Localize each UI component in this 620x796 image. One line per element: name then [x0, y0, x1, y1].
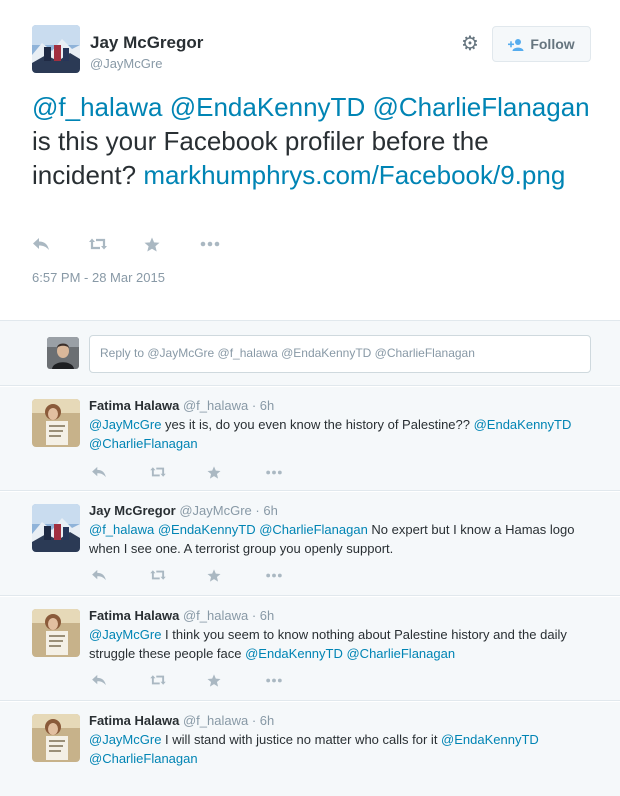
reply-author-handle[interactable]: @f_halawa [183, 398, 248, 413]
reply-author-name[interactable]: Fatima Halawa [89, 608, 179, 623]
author-avatar[interactable] [32, 25, 80, 73]
mention-link[interactable]: @CharlieFlanagan [346, 646, 455, 661]
reply-header: Fatima Halawa @f_halawa · 6h [89, 713, 274, 728]
tweet-text: @f_halawa @EndaKennyTD @CharlieFlanagan … [32, 90, 592, 192]
favorite-icon[interactable] [207, 566, 265, 584]
reply-time[interactable]: 6h [260, 398, 274, 413]
retweet-icon[interactable] [149, 463, 207, 481]
author-name[interactable]: Jay McGregor [90, 33, 203, 53]
mention-link[interactable]: @CharlieFlanagan [89, 751, 198, 766]
mention-link[interactable]: @f_halawa [32, 92, 162, 122]
reply-icon[interactable] [91, 463, 149, 481]
follow-label: Follow [530, 36, 575, 52]
reply-body: yes it is, do you even know the history … [161, 417, 474, 432]
more-icon[interactable] [265, 566, 323, 584]
favorite-icon[interactable] [207, 671, 265, 689]
retweet-icon[interactable] [149, 671, 207, 689]
reply-icon[interactable] [32, 232, 88, 256]
follow-button[interactable]: Follow [492, 26, 591, 62]
reply-icon[interactable] [91, 671, 149, 689]
reply-composer: Reply to @JayMcGre @f_halawa @EndaKennyT… [0, 321, 620, 386]
mention-link[interactable]: @EndaKennyTD [441, 732, 539, 747]
reply-avatar[interactable] [32, 609, 80, 657]
mention-link[interactable]: @JayMcGre [89, 417, 161, 432]
separator: · [255, 503, 260, 518]
reply-header: Fatima Halawa @f_halawa · 6h [89, 398, 274, 413]
reply-tweet: Fatima Halawa @f_halawa · 6h @JayMcGre I… [0, 702, 620, 796]
gear-icon[interactable]: ⚙ [459, 32, 481, 55]
reply-time[interactable]: 6h [260, 713, 274, 728]
mention-link[interactable]: @JayMcGre [89, 627, 161, 642]
reply-header: Jay McGregor @JayMcGre · 6h [89, 503, 278, 518]
reply-text: @JayMcGre yes it is, do you even know th… [89, 416, 589, 453]
more-icon[interactable] [265, 671, 323, 689]
separator: · [251, 608, 257, 623]
reply-time[interactable]: 6h [260, 608, 274, 623]
main-tweet: Jay McGregor @JayMcGre ⚙ Follow @f_halaw… [0, 0, 620, 320]
reply-author-name[interactable]: Fatima Halawa [89, 398, 179, 413]
reply-author-name[interactable]: Jay McGregor [89, 503, 176, 518]
tweet-timestamp[interactable]: 6:57 PM - 28 Mar 2015 [32, 270, 165, 285]
more-icon[interactable] [200, 232, 256, 256]
separator: · [251, 398, 257, 413]
mention-link[interactable]: @CharlieFlanagan [89, 436, 198, 451]
reply-author-handle[interactable]: @f_halawa [183, 608, 248, 623]
current-user-avatar [47, 337, 79, 369]
reply-text: @JayMcGre I will stand with justice no m… [89, 731, 589, 768]
reply-avatar[interactable] [32, 504, 80, 552]
reply-avatar[interactable] [32, 399, 80, 447]
reply-icon[interactable] [91, 566, 149, 584]
reply-header: Fatima Halawa @f_halawa · 6h [89, 608, 274, 623]
follow-person-icon [508, 38, 524, 51]
separator: · [251, 713, 257, 728]
tweet-url-link[interactable]: markhumphrys.com/Facebook/9.png [143, 160, 565, 190]
reply-tweet: Jay McGregor @JayMcGre · 6h @f_halawa @E… [0, 492, 620, 596]
reply-avatar[interactable] [32, 714, 80, 762]
reply-actions [91, 566, 323, 584]
tweet-actions [32, 232, 256, 256]
more-icon[interactable] [265, 463, 323, 481]
mention-link[interactable]: @EndaKennyTD [474, 417, 572, 432]
favorite-icon[interactable] [144, 232, 200, 256]
retweet-icon[interactable] [88, 232, 144, 256]
reply-actions [91, 463, 323, 481]
reply-text: @f_halawa @EndaKennyTD @CharlieFlanagan … [89, 521, 589, 558]
reply-tweet: Fatima Halawa @f_halawa · 6h @JayMcGre I… [0, 597, 620, 701]
author-handle[interactable]: @JayMcGre [90, 56, 162, 71]
favorite-icon[interactable] [207, 463, 265, 481]
reply-author-handle[interactable]: @f_halawa [183, 713, 248, 728]
reply-text: @JayMcGre I think you seem to know nothi… [89, 626, 589, 663]
mention-link[interactable]: @EndaKennyTD [245, 646, 343, 661]
retweet-icon[interactable] [149, 566, 207, 584]
reply-input[interactable]: Reply to @JayMcGre @f_halawa @EndaKennyT… [89, 335, 591, 373]
reply-body: I will stand with justice no matter who … [161, 732, 442, 747]
reply-author-name[interactable]: Fatima Halawa [89, 713, 179, 728]
reply-author-handle[interactable]: @JayMcGre [179, 503, 251, 518]
reply-time[interactable]: 6h [263, 503, 277, 518]
reply-tweet: Fatima Halawa @f_halawa · 6h @JayMcGre y… [0, 387, 620, 491]
mention-link[interactable]: @CharlieFlanagan [372, 92, 589, 122]
mention-link[interactable]: @EndaKennyTD [170, 92, 366, 122]
reply-actions [91, 671, 323, 689]
mention-link[interactable]: @f_halawa @EndaKennyTD @CharlieFlanagan [89, 522, 368, 537]
mention-link[interactable]: @JayMcGre [89, 732, 161, 747]
